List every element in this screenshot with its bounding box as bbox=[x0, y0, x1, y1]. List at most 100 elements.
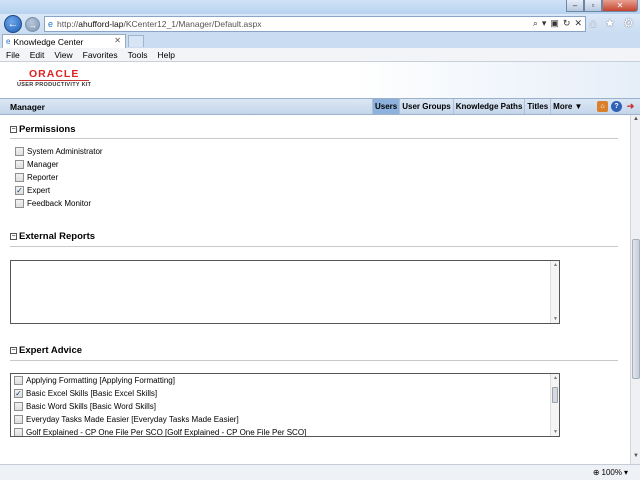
list-scrollbar[interactable]: ▲ ▼ bbox=[550, 374, 559, 436]
permissions-section-header[interactable]: − Permissions bbox=[10, 124, 76, 135]
zoom-level: 100% bbox=[601, 468, 622, 477]
list-item[interactable]: ✓ Basic Excel Skills [Basic Excel Skills… bbox=[14, 389, 157, 398]
nav-knowledge-paths[interactable]: Knowledge Paths bbox=[452, 99, 525, 114]
permission-feedback-monitor[interactable]: Feedback Monitor bbox=[15, 199, 91, 208]
scroll-down-icon[interactable]: ▼ bbox=[551, 429, 559, 435]
list-item[interactable]: Basic Word Skills [Basic Word Skills] bbox=[14, 402, 156, 411]
list-scrollbar[interactable]: ▲ ▼ bbox=[550, 261, 559, 323]
external-reports-list[interactable]: ▲ ▼ bbox=[10, 260, 560, 324]
menu-bar: File Edit View Favorites Tools Help bbox=[0, 48, 640, 62]
status-bar: ⊕ 100% ▾ bbox=[0, 464, 640, 480]
oracle-logo: ORACLE bbox=[29, 68, 80, 80]
app-toolbar: Manager Users User Groups Knowledge Path… bbox=[0, 98, 640, 115]
tab-bar: e Knowledge Center ✕ bbox=[0, 34, 640, 48]
checkbox[interactable] bbox=[15, 160, 24, 169]
menu-file[interactable]: File bbox=[6, 50, 20, 60]
collapse-icon[interactable]: − bbox=[10, 126, 17, 133]
home-icon[interactable]: ⌂ bbox=[589, 16, 596, 30]
tab-close-icon[interactable]: ✕ bbox=[114, 36, 121, 45]
checkbox-label: Manager bbox=[27, 160, 59, 169]
list-item[interactable]: Applying Formatting [Applying Formatting… bbox=[14, 376, 175, 385]
menu-tools[interactable]: Tools bbox=[128, 50, 148, 60]
reports-section-header[interactable]: − External Reports bbox=[10, 231, 95, 242]
help-icon[interactable]: ? bbox=[611, 101, 622, 112]
settings-gear-icon[interactable]: ⚙ bbox=[623, 16, 634, 30]
minimize-button[interactable]: – bbox=[566, 0, 584, 12]
zoom-icon: ⊕ bbox=[592, 468, 600, 477]
permission-manager[interactable]: Manager bbox=[15, 160, 59, 169]
scroll-up-icon[interactable]: ▲ bbox=[551, 375, 559, 381]
tab-favicon-icon: e bbox=[6, 37, 11, 46]
checkbox-label: Reporter bbox=[27, 173, 59, 182]
nav-titles[interactable]: Titles bbox=[524, 99, 550, 114]
scroll-up-icon[interactable]: ▲ bbox=[631, 116, 640, 126]
stop-icon[interactable]: ✕ bbox=[574, 18, 582, 29]
advice-section-header[interactable]: − Expert Advice bbox=[10, 345, 82, 356]
scroll-down-icon[interactable]: ▼ bbox=[551, 316, 560, 322]
checkbox[interactable] bbox=[15, 199, 24, 208]
scroll-up-icon[interactable]: ▲ bbox=[551, 262, 560, 268]
permission-expert[interactable]: ✓ Expert bbox=[15, 186, 50, 195]
address-tools: ⌕ ▾ ▣ ↻ ✕ bbox=[533, 18, 582, 29]
checkbox[interactable] bbox=[14, 415, 23, 424]
logo-divider bbox=[19, 80, 89, 81]
page-scrollbar[interactable]: ▲ ▼ bbox=[630, 115, 640, 464]
page-favicon-icon: e bbox=[48, 19, 54, 29]
advice-label: Basic Word Skills [Basic Word Skills] bbox=[26, 402, 156, 411]
product-name: USER PRODUCTIVITY KIT bbox=[17, 82, 92, 88]
checkbox[interactable] bbox=[15, 173, 24, 182]
permissions-heading: Permissions bbox=[19, 124, 76, 135]
back-arrow-icon: ← bbox=[7, 18, 19, 30]
collapse-icon[interactable]: − bbox=[10, 347, 17, 354]
chevron-down-icon: ▾ bbox=[623, 468, 628, 477]
compatibility-icon[interactable]: ▣ bbox=[550, 18, 559, 29]
page-title: Manager bbox=[10, 102, 45, 112]
checkbox-checked[interactable]: ✓ bbox=[14, 389, 23, 398]
address-bar[interactable]: e http://ahufford-lap/KCenter12_1/Manage… bbox=[44, 16, 586, 32]
scroll-thumb[interactable] bbox=[552, 387, 558, 403]
dropdown-arrow-icon[interactable]: ▾ bbox=[542, 18, 547, 29]
permission-system-administrator[interactable]: System Administrator bbox=[15, 147, 103, 156]
back-button[interactable]: ← bbox=[4, 15, 22, 33]
menu-edit[interactable]: Edit bbox=[30, 50, 45, 60]
checkbox[interactable] bbox=[14, 376, 23, 385]
refresh-icon[interactable]: ↻ bbox=[563, 18, 571, 29]
reports-heading: External Reports bbox=[19, 231, 96, 242]
favorites-star-icon[interactable]: ★ bbox=[604, 16, 615, 30]
nav-users[interactable]: Users bbox=[372, 99, 400, 114]
checkbox[interactable] bbox=[14, 428, 23, 436]
maximize-button[interactable]: ▫ bbox=[584, 0, 602, 12]
advice-heading: Expert Advice bbox=[19, 345, 83, 356]
scroll-thumb[interactable] bbox=[632, 239, 640, 379]
nav-more[interactable]: More ▼ bbox=[550, 99, 584, 114]
advice-label: Golf Explained - CP One File Per SCO [Go… bbox=[26, 428, 307, 437]
section-divider bbox=[10, 360, 618, 361]
tab-title: Knowledge Center bbox=[13, 36, 84, 47]
menu-favorites[interactable]: Favorites bbox=[83, 50, 118, 60]
tab-knowledge-center[interactable]: e Knowledge Center ✕ bbox=[2, 34, 126, 48]
window-controls: – ▫ ✕ bbox=[566, 0, 638, 12]
advice-label: Applying Formatting [Applying Formatting… bbox=[26, 376, 175, 385]
forward-button[interactable]: → bbox=[25, 17, 40, 32]
app-navigation: Users User Groups Knowledge Paths Titles… bbox=[372, 99, 584, 114]
main-content: − Permissions System Administrator Manag… bbox=[0, 115, 630, 464]
checkbox-checked[interactable]: ✓ bbox=[15, 186, 24, 195]
collapse-icon[interactable]: − bbox=[10, 233, 17, 240]
zoom-control[interactable]: ⊕ 100% ▾ bbox=[593, 468, 628, 477]
menu-help[interactable]: Help bbox=[157, 50, 174, 60]
home-icon[interactable]: ⌂ bbox=[597, 101, 608, 112]
permission-reporter[interactable]: Reporter bbox=[15, 173, 58, 182]
logout-icon[interactable]: ➜ bbox=[625, 101, 636, 112]
list-item[interactable]: Everyday Tasks Made Easier [Everyday Tas… bbox=[14, 415, 239, 424]
expert-advice-list[interactable]: Applying Formatting [Applying Formatting… bbox=[10, 373, 560, 437]
new-tab-button[interactable] bbox=[128, 35, 144, 47]
close-window-button[interactable]: ✕ bbox=[602, 0, 638, 12]
advice-label: Everyday Tasks Made Easier [Everyday Tas… bbox=[26, 415, 239, 424]
scroll-down-icon[interactable]: ▼ bbox=[631, 453, 640, 463]
nav-user-groups[interactable]: User Groups bbox=[399, 99, 452, 114]
checkbox[interactable] bbox=[15, 147, 24, 156]
checkbox[interactable] bbox=[14, 402, 23, 411]
search-icon[interactable]: ⌕ bbox=[533, 18, 538, 29]
list-item[interactable]: Golf Explained - CP One File Per SCO [Go… bbox=[14, 428, 307, 437]
menu-view[interactable]: View bbox=[54, 50, 72, 60]
